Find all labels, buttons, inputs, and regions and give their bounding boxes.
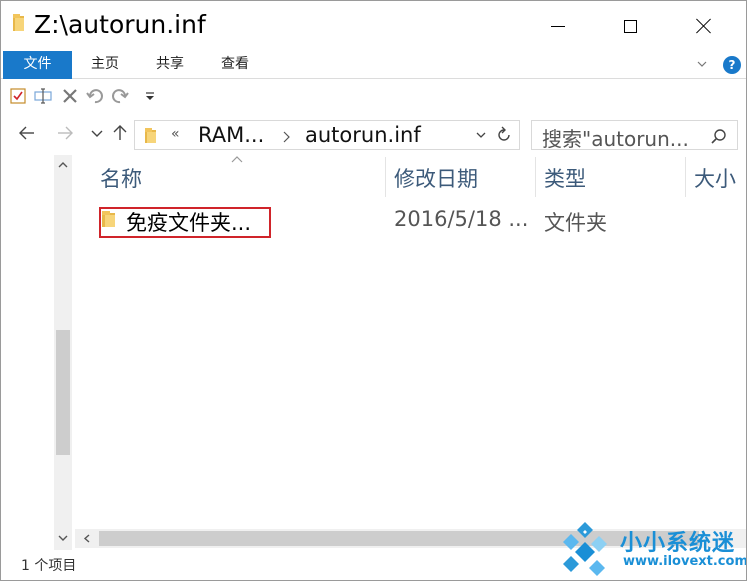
- column-divider[interactable]: [685, 157, 686, 197]
- maximize-icon: [623, 19, 637, 33]
- item-count: 1 个项目: [21, 558, 77, 574]
- file-list-area: 名称 修改日期 类型 大小 免疫文件夹... 2016/5/18 ... 文件夹: [1, 155, 746, 550]
- forward-arrow-icon[interactable]: [55, 123, 75, 143]
- scroll-left-icon[interactable]: [82, 533, 92, 544]
- column-header-type[interactable]: 类型: [544, 163, 586, 193]
- chevron-down-icon[interactable]: [475, 129, 487, 141]
- title-bar[interactable]: Z:\autorun.inf: [1, 1, 746, 51]
- minimize-icon: [551, 25, 565, 27]
- scroll-down-icon[interactable]: [57, 533, 69, 543]
- search-icon[interactable]: [710, 127, 728, 145]
- column-header-size[interactable]: 大小: [694, 163, 736, 193]
- folder-icon: [13, 14, 24, 31]
- highlight-box: [99, 207, 271, 238]
- sort-ascending-icon: [231, 156, 243, 163]
- folder-icon: [145, 128, 156, 143]
- column-divider[interactable]: [535, 157, 536, 197]
- tab-share[interactable]: 共享: [141, 51, 199, 79]
- properties-icon[interactable]: [9, 87, 27, 105]
- close-button[interactable]: [669, 1, 739, 51]
- navigation-pane[interactable]: [1, 155, 54, 550]
- address-overflow-button[interactable]: «: [171, 126, 180, 142]
- undo-icon[interactable]: [86, 87, 104, 105]
- vertical-scrollbar[interactable]: [54, 155, 72, 550]
- explorer-window: Z:\autorun.inf 文件 主页 共享 查看 ? « RAM... au…: [0, 0, 747, 581]
- watermark-logo: 小小系统迷 www.ilovext.com: [557, 520, 746, 580]
- column-divider[interactable]: [385, 157, 386, 197]
- redo-icon[interactable]: [111, 87, 129, 105]
- quick-access-toolbar: [1, 80, 746, 112]
- customize-toolbar-icon[interactable]: [141, 87, 159, 105]
- breadcrumb-autorun[interactable]: autorun.inf: [305, 123, 421, 147]
- up-arrow-icon[interactable]: [110, 123, 130, 143]
- close-icon: [696, 18, 712, 34]
- item-type: 文件夹: [544, 211, 607, 235]
- minimize-button[interactable]: [523, 1, 593, 51]
- maximize-button[interactable]: [595, 1, 665, 51]
- ribbon-tabs: 文件 主页 共享 查看 ?: [1, 51, 746, 79]
- rename-icon[interactable]: [34, 87, 52, 105]
- column-header-modified[interactable]: 修改日期: [394, 163, 478, 193]
- refresh-icon[interactable]: [495, 126, 513, 144]
- breadcrumb-ram[interactable]: RAM...: [198, 123, 264, 147]
- tab-file[interactable]: 文件: [3, 51, 72, 79]
- scrollbar-thumb[interactable]: [56, 330, 70, 455]
- watermark-url: www.ilovext.com: [623, 554, 747, 569]
- scroll-up-icon[interactable]: [57, 160, 69, 170]
- help-icon[interactable]: ?: [723, 56, 741, 74]
- recent-locations-icon[interactable]: [87, 123, 107, 143]
- search-input[interactable]: 搜索"autorun...: [542, 123, 689, 149]
- watermark-title: 小小系统迷: [620, 531, 736, 556]
- tab-home[interactable]: 主页: [75, 51, 135, 79]
- delete-icon[interactable]: [61, 87, 79, 105]
- address-bar[interactable]: « RAM... autorun.inf: [134, 120, 520, 150]
- item-modified: 2016/5/18 ...: [394, 207, 529, 231]
- back-arrow-icon[interactable]: [17, 123, 37, 143]
- window-title: Z:\autorun.inf: [34, 10, 206, 39]
- logo-icon: [563, 522, 607, 576]
- navigation-bar: « RAM... autorun.inf 搜索"autorun...: [1, 113, 746, 155]
- search-box[interactable]: 搜索"autorun...: [531, 120, 738, 150]
- expand-ribbon-icon[interactable]: [697, 59, 707, 69]
- chevron-right-icon[interactable]: [281, 130, 291, 144]
- tab-view[interactable]: 查看: [205, 51, 265, 79]
- column-header-name[interactable]: 名称: [100, 163, 142, 193]
